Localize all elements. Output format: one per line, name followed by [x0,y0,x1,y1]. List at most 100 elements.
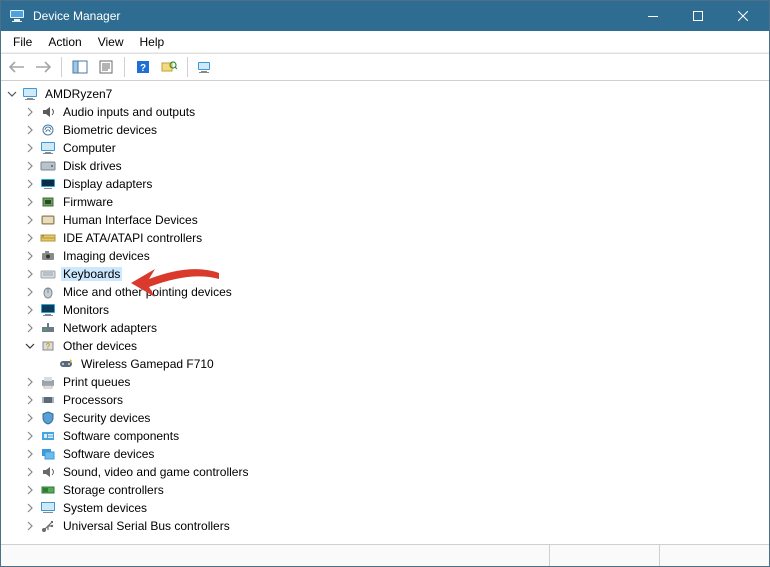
menu-help[interactable]: Help [132,33,173,51]
category-icon [39,500,57,516]
device-manager-icon [9,8,25,24]
tree-category[interactable]: Display adapters [23,175,769,193]
chevron-right-icon[interactable] [23,231,37,245]
chevron-down-icon[interactable] [23,339,37,353]
tree-category[interactable]: Imaging devices [23,247,769,265]
category-icon [39,158,57,174]
chevron-right-icon[interactable] [23,519,37,533]
tree-category[interactable]: System devices [23,499,769,517]
tree-category[interactable]: Mice and other pointing devices [23,283,769,301]
tree-category[interactable]: Audio inputs and outputs [23,103,769,121]
menubar: File Action View Help [1,31,769,53]
tree-category[interactable]: Biometric devices [23,121,769,139]
chevron-right-icon[interactable] [23,177,37,191]
back-button [5,56,29,78]
tree-category[interactable]: ? Other devices [23,337,769,355]
chevron-right-icon[interactable] [23,141,37,155]
chevron-right-icon[interactable] [23,249,37,263]
tree-category[interactable]: Human Interface Devices [23,211,769,229]
menu-action[interactable]: Action [40,33,89,51]
svg-text:?: ? [140,63,146,74]
window: Device Manager File Action View Help ? [0,0,770,567]
tree-category[interactable]: Security devices [23,409,769,427]
tree-category[interactable]: Software components [23,427,769,445]
properties-button[interactable] [94,56,118,78]
chevron-right-icon[interactable] [23,411,37,425]
chevron-down-icon[interactable] [5,87,19,101]
category-icon: ? [39,338,57,354]
menu-file[interactable]: File [5,33,40,51]
tree-category-label: Display adapters [61,177,154,191]
tree-category[interactable]: Firmware [23,193,769,211]
tree-category-label: Processors [61,393,125,407]
category-icon [39,518,57,534]
status-cell [659,545,769,566]
chevron-right-icon[interactable] [23,447,37,461]
tree-device-label: Wireless Gamepad F710 [79,357,216,371]
tree-root-label: AMDRyzen7 [43,87,114,101]
category-icon [39,176,57,192]
category-icon [39,140,57,156]
chevron-right-icon[interactable] [23,267,37,281]
chevron-right-icon[interactable] [23,195,37,209]
chevron-right-icon[interactable] [23,375,37,389]
maximize-button[interactable] [675,1,720,31]
window-title: Device Manager [33,9,630,23]
tree-root[interactable]: AMDRyzen7 [5,85,769,103]
tree-category[interactable]: Network adapters [23,319,769,337]
tree-category[interactable]: Monitors [23,301,769,319]
device-warning-icon [57,356,75,372]
close-button[interactable] [720,1,765,31]
chevron-right-icon[interactable] [23,303,37,317]
tree-category-label: Universal Serial Bus controllers [61,519,232,533]
tree-category[interactable]: Software devices [23,445,769,463]
tree-category[interactable]: Universal Serial Bus controllers [23,517,769,535]
chevron-right-icon[interactable] [23,465,37,479]
tree-category-label: Other devices [61,339,139,353]
category-icon [39,482,57,498]
category-icon [39,194,57,210]
tree-category[interactable]: IDE ATA/ATAPI controllers [23,229,769,247]
tree-category-label: Monitors [61,303,111,317]
chevron-right-icon[interactable] [23,321,37,335]
category-icon [39,248,57,264]
category-icon [39,392,57,408]
show-hide-console-tree-button[interactable] [68,56,92,78]
tree-category-label: Imaging devices [61,249,152,263]
chevron-right-icon[interactable] [23,483,37,497]
toolbar-separator [61,57,62,77]
tree-category-label: Human Interface Devices [61,213,200,227]
category-icon [39,410,57,426]
category-icon [39,230,57,246]
chevron-right-icon[interactable] [23,123,37,137]
chevron-right-icon[interactable] [23,105,37,119]
tree-category-label: Software components [61,429,181,443]
tree-category[interactable]: Processors [23,391,769,409]
category-icon [39,446,57,462]
tree-category[interactable]: Keyboards [23,265,769,283]
tree-category[interactable]: Print queues [23,373,769,391]
tree-device[interactable]: Wireless Gamepad F710 [41,355,769,373]
devices-and-printers-button[interactable] [194,56,218,78]
help-button[interactable]: ? [131,56,155,78]
tree-category[interactable]: Sound, video and game controllers [23,463,769,481]
tree-category[interactable]: Disk drives [23,157,769,175]
tree-category-label: Mice and other pointing devices [61,285,234,299]
spacer [41,357,55,371]
tree-category[interactable]: Storage controllers [23,481,769,499]
chevron-right-icon[interactable] [23,159,37,173]
chevron-right-icon[interactable] [23,213,37,227]
chevron-right-icon[interactable] [23,501,37,515]
scan-hardware-button[interactable] [157,56,181,78]
category-icon [39,122,57,138]
chevron-right-icon[interactable] [23,429,37,443]
tree-category-label: Biometric devices [61,123,159,137]
minimize-button[interactable] [630,1,675,31]
chevron-right-icon[interactable] [23,285,37,299]
chevron-right-icon[interactable] [23,393,37,407]
forward-button [31,56,55,78]
menu-view[interactable]: View [90,33,132,51]
tree-category[interactable]: Computer [23,139,769,157]
toolbar-separator [124,57,125,77]
statusbar [1,544,769,566]
